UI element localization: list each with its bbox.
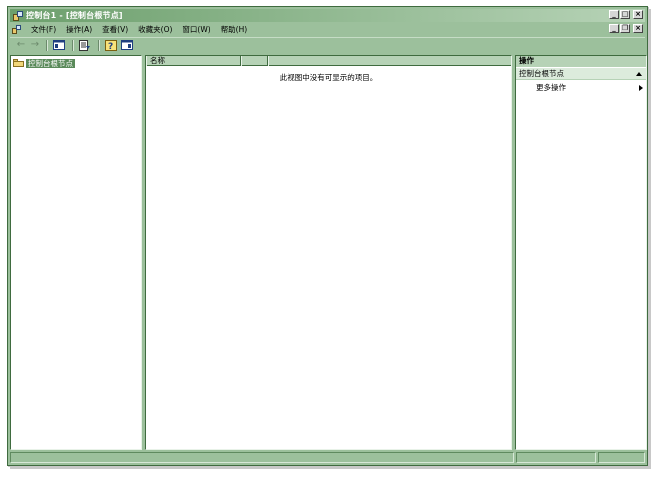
window-title: 控制台1 - [控制台根节点] [26,11,123,20]
doc-minimize-button[interactable]: _ [609,24,619,33]
console-tree-pane[interactable]: 控制台根节点 [10,55,142,450]
title-bar[interactable]: 控制台1 - [控制台根节点] _ □ × [10,9,645,22]
maximize-button[interactable]: □ [620,10,630,19]
window-controls: _ □ × [609,10,643,19]
svg-text:?: ? [108,42,113,51]
export-list-icon[interactable] [78,39,91,51]
more-actions-label: 更多操作 [536,83,566,92]
status-bar [10,452,645,463]
toolbar-separator [72,39,74,51]
actions-group-label: 控制台根节点 [519,69,564,78]
console-app-icon[interactable] [13,10,23,21]
submenu-arrow-icon [639,85,643,91]
results-pane[interactable]: 名称 此视图中没有可显示的项目。 [145,55,512,450]
help-icon[interactable]: ? [104,39,117,51]
actions-header: 操作 [516,56,646,67]
document-icon[interactable] [12,24,21,34]
show-hide-action-pane-icon[interactable] [120,39,133,51]
toolbar-separator [98,39,100,51]
menu-favorites[interactable]: 收藏夹(O) [133,24,177,35]
menu-action[interactable]: 操作(A) [61,24,97,35]
menu-view[interactable]: 查看(V) [97,24,133,35]
empty-list-message: 此视图中没有可显示的项目。 [279,73,378,82]
document-window-controls: _ ❐ × [609,24,643,33]
folder-icon [13,59,24,67]
status-cell-main [10,452,514,463]
forward-arrow-icon[interactable]: → [28,39,42,51]
menu-window[interactable]: 窗口(W) [177,24,215,35]
minimize-button[interactable]: _ [609,10,619,19]
column-header-2[interactable] [241,56,268,66]
menu-help[interactable]: 帮助(H) [216,24,253,35]
back-arrow-icon[interactable]: ← [14,39,28,51]
status-cell-3 [598,452,645,463]
more-actions-item[interactable]: 更多操作 [536,83,646,93]
column-header-3[interactable] [268,56,511,66]
tree-node-console-root[interactable]: 控制台根节点 [13,58,75,68]
doc-close-button[interactable]: × [633,24,643,33]
actions-pane: 操作 控制台根节点 更多操作 [515,55,647,450]
collapse-up-icon[interactable] [636,72,642,76]
toolbar: ← → ? [10,37,645,52]
actions-group-console-root[interactable]: 控制台根节点 [516,68,646,80]
column-header: 名称 [146,56,511,66]
mmc-window: 控制台1 - [控制台根节点] _ □ × 文件(F) 操作(A) 查看(V) … [7,6,648,466]
menu-file[interactable]: 文件(F) [26,24,61,35]
tree-node-label: 控制台根节点 [26,58,75,68]
doc-restore-button[interactable]: ❐ [620,24,630,33]
menu-bar: 文件(F) 操作(A) 查看(V) 收藏夹(O) 窗口(W) 帮助(H) _ ❐… [10,23,645,35]
status-cell-2 [516,452,596,463]
toolbar-separator [46,39,48,51]
close-button[interactable]: × [633,10,643,19]
show-hide-tree-icon[interactable] [52,39,65,51]
column-header-name[interactable]: 名称 [146,56,241,66]
